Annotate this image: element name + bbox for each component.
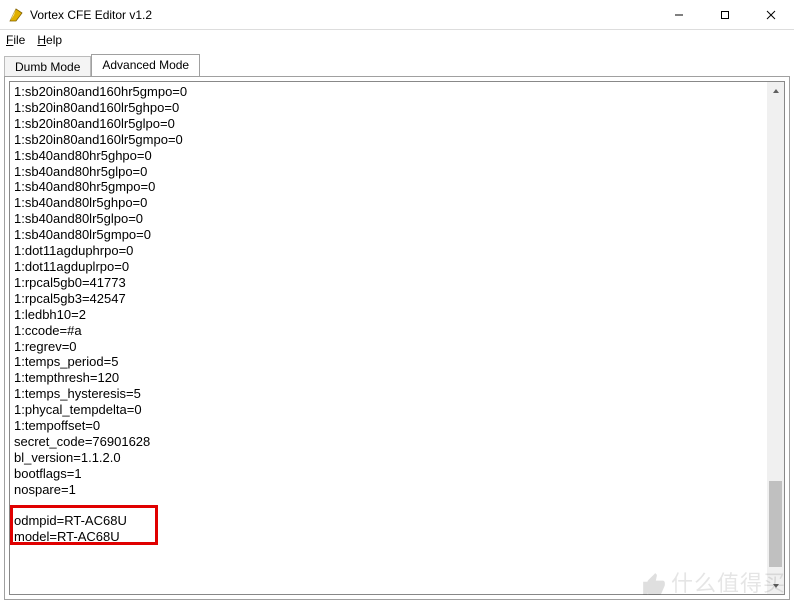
scroll-up-arrow-icon[interactable]	[767, 82, 784, 99]
scroll-thumb[interactable]	[769, 481, 782, 567]
window-controls	[656, 0, 794, 30]
close-button[interactable]	[748, 0, 794, 30]
scroll-down-arrow-icon[interactable]	[767, 577, 784, 594]
scroll-track[interactable]	[767, 99, 784, 577]
menubar: File Help	[0, 30, 794, 50]
menu-file[interactable]: File	[6, 33, 25, 47]
editor-container: 1:sb20in80and160hr5gmpo=0 1:sb20in80and1…	[9, 81, 785, 595]
window-title: Vortex CFE Editor v1.2	[30, 8, 656, 22]
tabstrip: Dumb Mode Advanced Mode	[0, 50, 794, 76]
cfe-text-editor[interactable]: 1:sb20in80and160hr5gmpo=0 1:sb20in80and1…	[10, 82, 784, 594]
tab-advanced-mode[interactable]: Advanced Mode	[91, 54, 200, 76]
minimize-button[interactable]	[656, 0, 702, 30]
vertical-scrollbar[interactable]	[767, 82, 784, 594]
tab-dumb-mode[interactable]: Dumb Mode	[4, 56, 91, 77]
tab-panel-advanced: 1:sb20in80and160hr5gmpo=0 1:sb20in80and1…	[4, 76, 790, 600]
app-icon	[8, 7, 24, 23]
menu-help[interactable]: Help	[37, 33, 62, 47]
titlebar: Vortex CFE Editor v1.2	[0, 0, 794, 30]
maximize-button[interactable]	[702, 0, 748, 30]
